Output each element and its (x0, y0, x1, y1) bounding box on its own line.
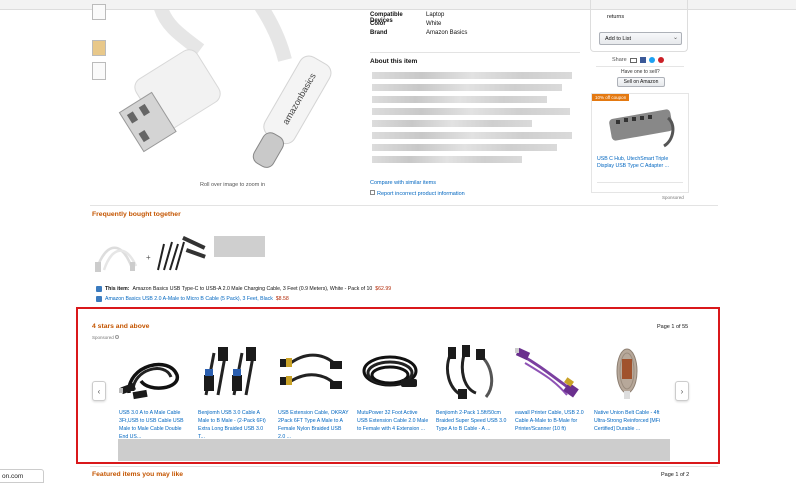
carousel-item-caption: Benjiomh 2-Pack 1.5ft/50cm Braided Super… (436, 410, 507, 432)
usb-a-to-b-cable-image (446, 345, 494, 399)
fbt-item-2-link[interactable]: Amazon Basics USB 2.0 A-Male to Micro B … (105, 296, 273, 302)
featured-divider (90, 466, 718, 467)
twitter-icon[interactable] (648, 57, 655, 63)
section-divider (90, 205, 718, 206)
fbt-products-image: + (95, 235, 206, 272)
chevron-left-icon: ‹ (97, 386, 101, 396)
carousel-page-label: Page 1 of 55 (657, 324, 689, 330)
detail-label: Compatible Devices (370, 12, 403, 24)
coiled-usb-cable-image (362, 355, 418, 387)
info-icon[interactable] (115, 335, 120, 339)
chevron-right-icon: › (680, 386, 684, 396)
sell-button-label: Sell on Amazon (623, 79, 659, 85)
fbt-item-2-checkbox[interactable] (96, 296, 102, 302)
thumbnail-3[interactable] (92, 62, 106, 80)
carousel-item[interactable]: Benjiomh USB 3.0 Cable A Male to B Male … (198, 345, 270, 441)
carousel-item[interactable]: eawall Printer Cable, USB 2.0 Cable A-Ma… (513, 345, 587, 433)
sell-question: Have one to sell? (621, 69, 660, 75)
facebook-icon[interactable] (639, 57, 646, 63)
carousel-item-caption: USB Extension Cable, OKRAY 2Pack 6FT Typ… (278, 410, 349, 440)
usb-extension-cable-image (280, 353, 342, 389)
details-table: Compatible Devices Laptop Color White Br… (370, 12, 500, 39)
status-url-bubble: on.com (0, 469, 44, 483)
report-link[interactable]: Report incorrect product information (370, 190, 465, 197)
carousel-price-redacted (118, 439, 670, 461)
detail-row: Brand Amazon Basics (370, 30, 500, 39)
sell-divider (596, 66, 684, 67)
fbt-item-1-text: Amazon Basics USB Type-C to USB-A 2.0 Ma… (132, 286, 373, 292)
purple-printer-cable-image (513, 347, 579, 398)
sell-button[interactable]: Sell on Amazon (617, 77, 665, 87)
carousel-prev-button[interactable]: ‹ (92, 381, 106, 401)
buy-box: returns Add to List ⌄ (590, 0, 688, 52)
carousel-title: 4 stars and above (92, 323, 150, 330)
usb-3-cable-image (204, 347, 256, 396)
fbt-item-1: This item: Amazon Basics USB Type-C to U… (96, 286, 391, 292)
share-row: Share (612, 57, 664, 63)
flag-icon (370, 190, 375, 195)
ad-title[interactable]: USB C Hub, UtechSmart Triple Display USB… (597, 156, 683, 170)
share-label: Share (612, 57, 627, 63)
returns-text: returns (607, 14, 625, 20)
featured-page-label: Page 1 of 2 (661, 472, 690, 478)
ad-sponsored-label: Sponsored (662, 195, 684, 200)
about-bullets-redacted (372, 72, 577, 168)
carousel-next-button[interactable]: › (675, 381, 689, 401)
fbt-title: Frequently bought together (92, 211, 181, 218)
carousel-item[interactable]: USB 3.0 A to A Male Cable 3Ft,USB to USB… (117, 345, 191, 441)
carousel-item-caption: MutuPower 32 Foot Active USB Extension C… (357, 410, 429, 432)
status-url: on.com (2, 473, 24, 480)
svg-text:+: + (146, 253, 151, 262)
detail-row: Color White (370, 21, 500, 30)
carousel-item[interactable]: Benjiomh 2-Pack 1.5ft/50cm Braided Super… (436, 345, 508, 433)
rollover-hint: Roll over image to zoom in (200, 182, 266, 188)
report-link-label: Report incorrect product information (377, 191, 465, 197)
add-to-list-button[interactable]: Add to List ⌄ (599, 32, 682, 45)
sponsored-ad-card[interactable]: 10% off coupon USB C Hub, UtechSmart Tri… (591, 93, 689, 193)
native-union-cable-image (616, 348, 638, 399)
detail-label: Brand (370, 30, 388, 36)
thumbnail-2[interactable] (92, 40, 106, 56)
fbt-images: + (92, 235, 212, 276)
fbt-item-1-price: $62.99 (375, 286, 392, 292)
add-to-list-label: Add to List (605, 36, 631, 42)
carousel-item[interactable]: MutuPower 32 Foot Active USB Extension C… (357, 345, 429, 433)
ad-divider (597, 182, 683, 183)
detail-label: Color (370, 21, 386, 27)
fbt-item-2: Amazon Basics USB 2.0 A-Male to Micro B … (96, 296, 289, 302)
detail-value: White (426, 21, 442, 27)
thumbnail-1[interactable] (92, 4, 106, 20)
email-icon[interactable] (629, 57, 637, 63)
carousel-item[interactable]: Native Union Belt Cable - 4ft Ultra-Stro… (594, 345, 666, 433)
detail-value: Laptop (426, 12, 445, 18)
carousel-item[interactable]: USB Extension Cable, OKRAY 2Pack 6FT Typ… (278, 345, 350, 441)
carousel-item-caption: Benjiomh USB 3.0 Cable A Male to B Male … (198, 410, 266, 440)
chevron-down-icon: ⌄ (672, 35, 678, 41)
about-title: About this item (370, 58, 418, 65)
fbt-item-2-price: $8.58 (275, 296, 289, 302)
about-divider (370, 52, 580, 53)
fbt-item-1-checkbox[interactable] (96, 286, 102, 292)
carousel-sponsored: Sponsored (92, 335, 120, 340)
featured-title: Featured items you may like (92, 471, 184, 478)
product-image[interactable]: amazonbasics (110, 1, 350, 175)
usb-cable-black-image (117, 362, 179, 400)
detail-value: Amazon Basics (426, 30, 468, 36)
usb-hub-image (609, 109, 675, 148)
usb-cable-image: amazonbasics (118, 1, 332, 168)
compare-link[interactable]: Compare with similar items (370, 180, 436, 186)
fbt-price-redacted (214, 236, 265, 257)
carousel-item-caption: eawall Printer Cable, USB 2.0 Cable A-Ma… (515, 410, 584, 432)
pinterest-icon[interactable] (657, 57, 664, 63)
coupon-badge: 10% off coupon (592, 94, 630, 101)
fbt-item-1-label: This item: (105, 286, 130, 292)
carousel-sponsored-label: Sponsored (92, 335, 114, 340)
carousel-item-caption: Native Union Belt Cable - 4ft Ultra-Stro… (594, 410, 661, 432)
detail-row: Compatible Devices Laptop (370, 12, 500, 24)
carousel-item-caption: USB 3.0 A to A Male Cable 3Ft,USB to USB… (119, 410, 184, 440)
